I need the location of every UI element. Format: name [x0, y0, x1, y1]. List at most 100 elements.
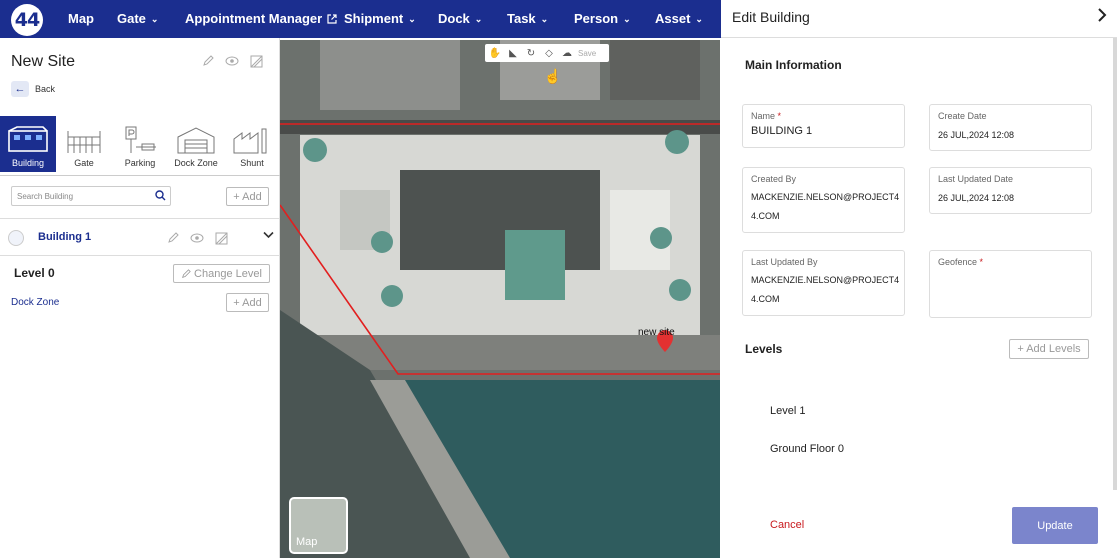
shunt-icon	[233, 128, 267, 154]
map-drawing-toolbar: ✋ ◣ ↻ ◇ ☁ Save	[485, 44, 609, 62]
nav-asset[interactable]: Asset ⌄	[655, 11, 703, 26]
nav-gate[interactable]: Gate ⌄	[117, 11, 158, 26]
add-dock-zone-button[interactable]: + Add	[226, 293, 269, 312]
nav-shipment-label: Shipment	[344, 11, 404, 26]
back-button[interactable]: ← Back	[11, 81, 55, 97]
map-save-button[interactable]: Save	[578, 49, 596, 58]
chevron-down-icon: ⌄	[474, 14, 483, 24]
satellite-imagery	[280, 40, 720, 558]
building-icon	[8, 126, 48, 152]
edit-pencil-icon	[182, 268, 191, 278]
nav-dock[interactable]: Dock ⌄	[438, 11, 482, 26]
geofence-field[interactable]: Geofence *	[929, 250, 1092, 318]
change-level-button[interactable]: Change Level	[173, 264, 270, 283]
tab-gate-label: Gate	[74, 158, 94, 168]
cloud-save-icon: ☁	[562, 47, 572, 59]
nav-map[interactable]: Map	[68, 11, 94, 26]
nav-task-label: Task	[507, 11, 536, 26]
search-placeholder: Search Building	[17, 192, 74, 201]
update-button[interactable]: Update	[1012, 507, 1098, 544]
map-type-toggle[interactable]: Map	[289, 497, 348, 554]
external-link-icon	[327, 13, 337, 24]
add-building-button[interactable]: + Add	[226, 187, 269, 206]
levels-heading: Levels	[745, 342, 783, 356]
last-updated-date-label: Last Updated Date	[938, 174, 1014, 184]
tab-building[interactable]: Building	[0, 116, 56, 172]
change-level-label: Change Level	[194, 267, 262, 280]
tab-building-label: Building	[11, 158, 45, 168]
level-item[interactable]: Level 1	[770, 405, 805, 417]
name-field[interactable]: Name * BUILDING 1	[742, 104, 905, 148]
nav-person[interactable]: Person ⌄	[574, 11, 631, 26]
arrow-left-icon: ←	[11, 81, 29, 97]
gate-icon	[67, 131, 101, 153]
create-date-value: 26 JUL,2024 12:08	[938, 130, 1015, 140]
app-root: 44 Map Gate ⌄ Appointment Manager Shipme…	[0, 0, 1117, 558]
tab-shunt-label: Shunt	[240, 158, 264, 168]
chevron-down-icon: ⌄	[408, 14, 416, 24]
nav-appointment-manager[interactable]: Appointment Manager	[185, 11, 337, 26]
site-marker-label: new site	[638, 327, 675, 338]
create-date-label: Create Date	[938, 111, 987, 121]
divider	[0, 175, 280, 176]
nav-person-label: Person	[574, 11, 619, 26]
scrollbar[interactable]	[1113, 38, 1117, 490]
nav-asset-label: Asset	[655, 11, 691, 26]
building-name[interactable]: Building 1	[38, 231, 91, 243]
site-title: New Site	[11, 53, 76, 70]
search-icon[interactable]	[155, 190, 166, 203]
create-date-field: Create Date 26 JUL,2024 12:08	[929, 104, 1092, 151]
created-by-field: Created By MACKENZIE.NELSON@PROJECT44.CO…	[742, 167, 905, 233]
search-building-input[interactable]: Search Building	[11, 186, 171, 206]
tab-shunt[interactable]: Shunt	[224, 116, 280, 172]
created-by-label: Created By	[751, 174, 797, 184]
nav-dock-label: Dock	[438, 11, 470, 26]
name-label: Name *	[751, 111, 782, 121]
eraser-icon[interactable]: ◇	[542, 46, 556, 60]
last-updated-by-field: Last Updated By MACKENZIE.NELSON@PROJECT…	[742, 250, 905, 316]
level-name: Level 0	[14, 266, 55, 280]
nav-gate-label: Gate	[117, 11, 146, 26]
dock-zone-link[interactable]: Dock Zone	[11, 297, 59, 308]
left-panel: New Site ← Back Building Gate Parking Do…	[0, 38, 280, 558]
category-tabs: Building Gate Parking Dock Zone Shunt	[0, 116, 280, 172]
building-avatar-icon	[8, 230, 24, 246]
draw-polygon-icon[interactable]: ◣	[506, 46, 520, 60]
map-type-label: Map	[296, 536, 318, 548]
nav-shipment[interactable]: Shipment ⌄	[344, 11, 416, 26]
project44-logo[interactable]: 44	[11, 4, 43, 36]
chevron-down-icon: ⌄	[695, 14, 703, 24]
edit-pencil-icon[interactable]	[200, 53, 216, 69]
map-view-icon[interactable]	[248, 53, 264, 69]
map-view-icon[interactable]	[213, 230, 229, 246]
chevron-right-icon[interactable]	[1097, 7, 1107, 28]
last-updated-by-label: Last Updated By	[751, 257, 818, 267]
created-by-value: MACKENZIE.NELSON@PROJECT44.COM	[751, 192, 900, 221]
name-value: BUILDING 1	[751, 125, 813, 137]
building-row[interactable]: Building 1	[0, 218, 280, 256]
level-item[interactable]: Ground Floor 0	[770, 443, 844, 455]
nav-task[interactable]: Task ⌄	[507, 11, 548, 26]
eye-icon[interactable]	[189, 230, 205, 246]
last-updated-date-field: Last Updated Date 26 JUL,2024 12:08	[929, 167, 1092, 214]
hand-pan-icon[interactable]: ✋	[488, 46, 502, 60]
tab-parking[interactable]: Parking	[112, 116, 168, 172]
nav-appointment-manager-label: Appointment Manager	[185, 11, 323, 26]
chevron-down-icon[interactable]	[263, 228, 274, 242]
add-levels-button[interactable]: + Add Levels	[1009, 339, 1089, 359]
divider	[721, 37, 1117, 38]
last-updated-by-value: MACKENZIE.NELSON@PROJECT44.COM	[751, 275, 900, 304]
main-information-heading: Main Information	[745, 58, 842, 72]
rotate-icon[interactable]: ↻	[524, 46, 538, 60]
chevron-down-icon: ⌄	[623, 14, 631, 24]
edit-building-panel: Edit Building Main Information Name * BU…	[721, 0, 1117, 558]
tab-gate[interactable]: Gate	[56, 116, 112, 172]
last-updated-date-value: 26 JUL,2024 12:08	[938, 193, 1015, 203]
cancel-button[interactable]: Cancel	[770, 519, 804, 531]
parking-icon	[125, 126, 156, 153]
edit-pencil-icon[interactable]	[165, 230, 181, 246]
eye-icon[interactable]	[224, 53, 240, 69]
tab-dock-zone[interactable]: Dock Zone	[168, 116, 224, 172]
site-actions	[200, 53, 264, 69]
satellite-map[interactable]: ✋ ◣ ↻ ◇ ☁ Save ☝ new site Map	[280, 40, 720, 558]
